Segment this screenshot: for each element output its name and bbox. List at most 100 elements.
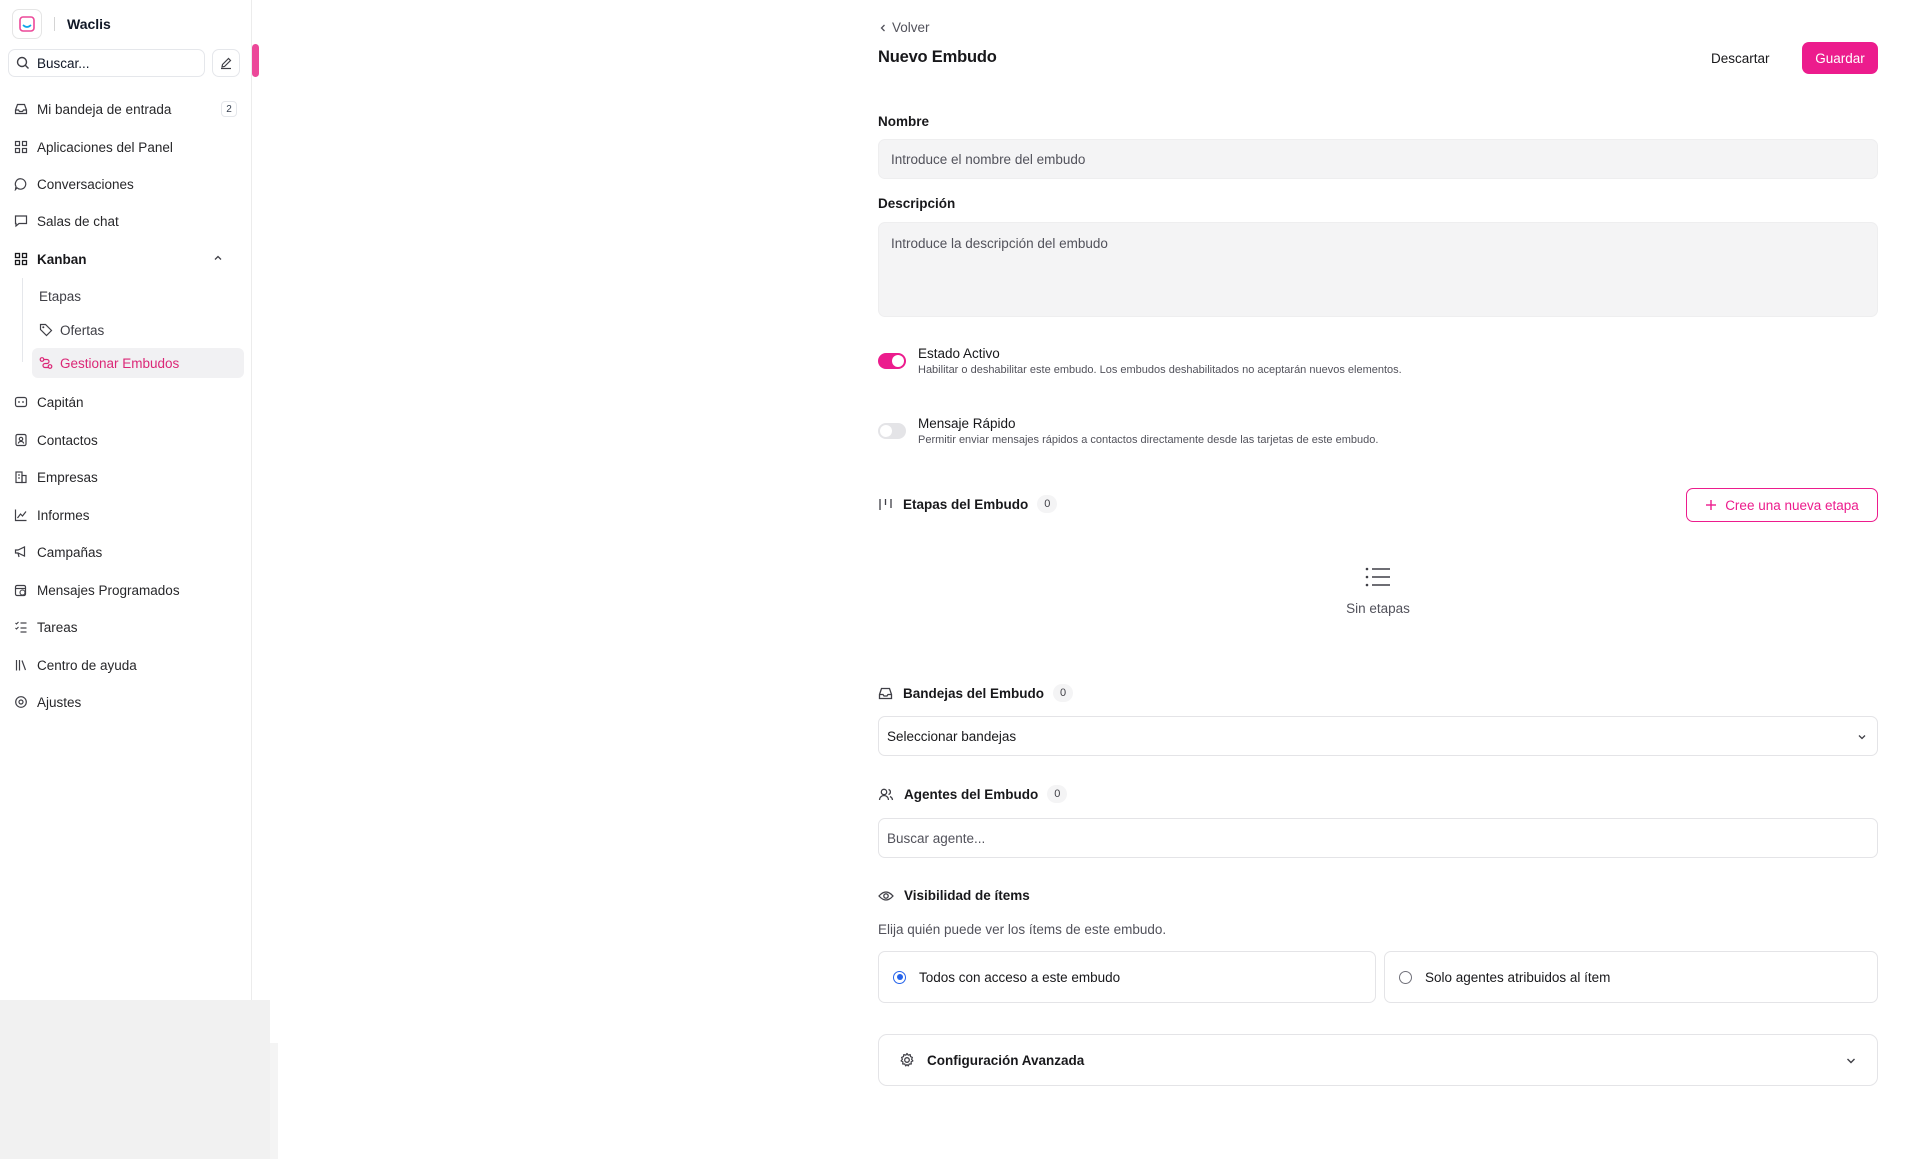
sidebar-item-apps[interactable]: Aplicaciones del Panel (8, 132, 244, 162)
active-status-title: Estado Activo (918, 346, 1000, 361)
users-icon (878, 788, 894, 800)
inboxes-header: Bandejas del Embudo 0 (878, 684, 1074, 702)
kanban-submenu-rail (22, 278, 23, 362)
page-title: Nuevo Embudo (878, 48, 997, 66)
sidebar-item-campaigns[interactable]: Campañas (8, 537, 244, 567)
description-field[interactable]: Introduce la descripción del embudo (878, 222, 1878, 317)
sidebar-item-label: Ofertas (60, 322, 105, 338)
sidebar-subitem-manage-funnels[interactable]: Gestionar Embudos (32, 348, 244, 378)
chevron-down-icon (1847, 1058, 1855, 1064)
back-label: Volver (892, 20, 930, 35)
sidebar-item-label: Etapas (39, 288, 82, 304)
inbox-icon (14, 103, 28, 115)
sidebar-search-input[interactable]: Buscar... (8, 49, 205, 77)
sidebar-item-label: Informes (37, 507, 90, 523)
quick-message-description: Permitir enviar mensajes rápidos a conta… (918, 434, 1379, 446)
active-status-row: Estado Activo Habilitar o deshabilitar e… (878, 346, 1402, 376)
checklist-icon (15, 621, 27, 633)
inboxes-select[interactable]: Seleccionar bandejas (878, 716, 1878, 756)
description-label: Descripción (878, 196, 956, 211)
sidebar-item-label: Conversaciones (37, 176, 134, 192)
sidebar-item-conversations[interactable]: Conversaciones (8, 169, 244, 199)
visibility-option-assigned[interactable]: Solo agentes atribuidos al ítem (1384, 951, 1878, 1003)
name-label: Nombre (878, 114, 930, 129)
sidebar-item-chat-rooms[interactable]: Salas de chat (8, 206, 244, 236)
megaphone-icon (14, 546, 26, 558)
sidebar-item-label: Mi bandeja de entrada (37, 101, 172, 117)
save-button[interactable]: Guardar (1802, 42, 1878, 74)
sidebar-item-captain[interactable]: Capitán (8, 387, 244, 417)
quick-message-toggle[interactable] (878, 423, 906, 439)
sidebar-subitem-offers[interactable]: Ofertas (32, 315, 244, 345)
settings-icon (15, 696, 27, 708)
stages-empty-state: Sin etapas (1298, 565, 1458, 616)
building-icon (15, 471, 27, 484)
sidebar-resize-handle[interactable] (252, 44, 259, 77)
new-stage-label: Cree una nueva etapa (1725, 497, 1859, 513)
brand-divider (54, 17, 55, 31)
sidebar-search-placeholder: Buscar... (37, 55, 90, 71)
sidebar-item-label: Ajustes (37, 694, 82, 710)
visibility-option-label: Todos con acceso a este embudo (919, 969, 1121, 985)
brand: Waclis (12, 8, 111, 40)
active-status-description: Habilitar o deshabilitar este embudo. Lo… (918, 364, 1402, 376)
back-link[interactable]: Volver (878, 20, 930, 35)
sidebar-item-label: Aplicaciones del Panel (37, 139, 173, 155)
message-square-icon (14, 215, 28, 228)
sidebar-item-companies[interactable]: Empresas (8, 462, 244, 492)
columns-icon (879, 498, 892, 510)
sidebar-item-label: Mensajes Programados (37, 582, 180, 598)
discard-button[interactable]: Descartar (1702, 42, 1779, 74)
sidebar-item-label: Tareas (37, 619, 78, 635)
route-icon (39, 357, 53, 369)
sidebar-subitem-stages[interactable]: Etapas (32, 281, 244, 311)
sidebar-item-settings[interactable]: Ajustes (8, 687, 244, 717)
chevron-up-icon[interactable] (213, 253, 223, 263)
list-icon (1365, 567, 1390, 587)
new-stage-button[interactable]: Cree una nueva etapa (1686, 488, 1878, 522)
stages-title: Etapas del Embudo (903, 496, 1029, 512)
app-name: Waclis (67, 16, 111, 32)
compose-button[interactable] (212, 49, 240, 77)
toggle-knob (892, 355, 904, 367)
sidebar-item-reports[interactable]: Informes (8, 500, 244, 530)
sidebar-item-label: Empresas (37, 469, 98, 485)
quick-message-text: Mensaje Rápido Permitir enviar mensajes … (918, 416, 1378, 446)
inboxes-count-badge: 0 (1053, 684, 1074, 702)
agent-search-input[interactable]: Buscar agente... (878, 818, 1878, 858)
chevron-down-icon (1858, 735, 1866, 740)
radio-button[interactable] (1399, 970, 1412, 984)
name-field[interactable]: Introduce el nombre del embudo (878, 139, 1878, 179)
inboxes-title: Bandejas del Embudo (903, 685, 1045, 701)
agents-header: Agentes del Embudo 0 (878, 785, 1068, 803)
description-placeholder: Introduce la descripción del embudo (891, 236, 1108, 251)
radio-button-selected[interactable] (893, 970, 906, 984)
sidebar-item-label: Salas de chat (37, 213, 119, 229)
library-icon (15, 660, 27, 671)
grid-icon (14, 140, 28, 154)
app-logo-icon[interactable] (12, 9, 42, 39)
quick-message-title: Mensaje Rápido (918, 416, 1016, 431)
eye-icon (878, 890, 894, 901)
visibility-header: Visibilidad de ítems (878, 888, 1030, 903)
sidebar-search-row: Buscar... (8, 49, 240, 77)
sidebar-item-contacts[interactable]: Contactos (8, 425, 244, 455)
active-status-toggle[interactable] (878, 353, 906, 369)
sidebar-item-label: Gestionar Embudos (60, 355, 180, 371)
sidebar-item-help-center[interactable]: Centro de ayuda (8, 650, 244, 680)
sidebar-item-kanban[interactable]: Kanban (8, 244, 244, 274)
advanced-settings-accordion[interactable]: Configuración Avanzada (878, 1034, 1878, 1086)
calendar-clock-icon (14, 584, 27, 597)
sidebar-item-tasks[interactable]: Tareas (8, 612, 244, 642)
gear-icon (900, 1052, 914, 1067)
quick-message-row: Mensaje Rápido Permitir enviar mensajes … (878, 416, 1378, 446)
visibility-option-all[interactable]: Todos con acceso a este embudo (878, 951, 1376, 1003)
sidebar: Waclis Buscar... Mi bandeja de entrada 2… (0, 0, 252, 1000)
sidebar-item-inbox[interactable]: Mi bandeja de entrada 2 (8, 94, 244, 124)
agents-title: Agentes del Embudo (904, 786, 1039, 802)
sidebar-footer-area (0, 1000, 270, 1159)
contact-card-icon (15, 433, 27, 447)
sidebar-item-scheduled-messages[interactable]: Mensajes Programados (8, 575, 244, 605)
pencil-icon (221, 57, 232, 70)
inboxes-select-value: Seleccionar bandejas (887, 728, 1017, 744)
